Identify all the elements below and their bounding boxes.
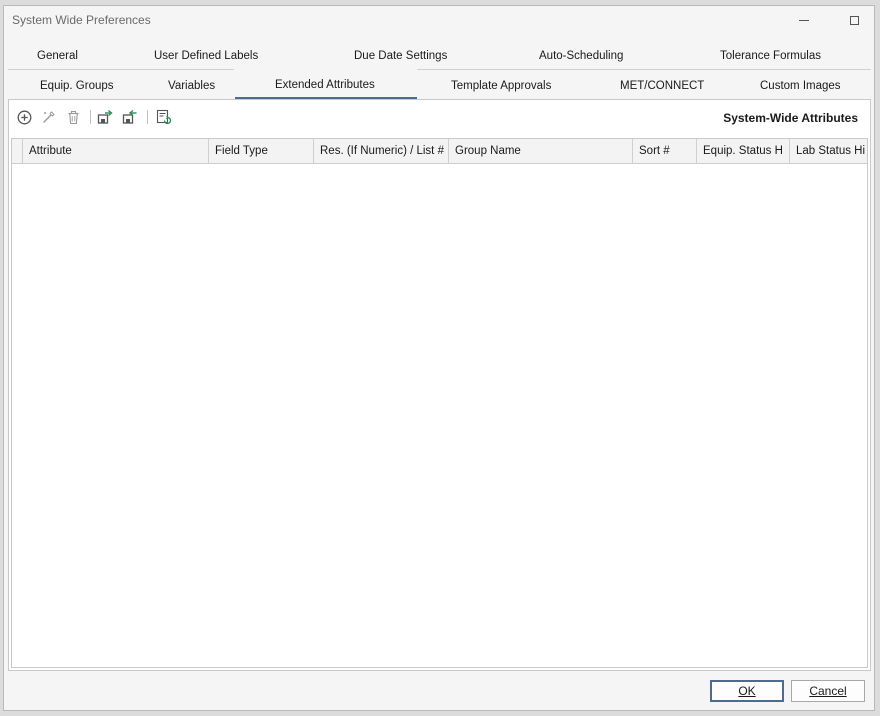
tab-due-date-settings[interactable]: Due Date Settings xyxy=(354,50,447,62)
row-indicator-header xyxy=(12,139,23,163)
minimize-icon xyxy=(799,19,809,21)
delete-icon xyxy=(68,110,78,124)
edit-button[interactable] xyxy=(40,109,56,125)
cancel-button[interactable]: Cancel xyxy=(791,680,865,702)
column-header-field-type[interactable]: Field Type xyxy=(209,139,314,163)
delete-button[interactable] xyxy=(65,109,81,125)
minimize-button[interactable] xyxy=(792,10,816,30)
ok-button[interactable]: OK xyxy=(710,680,784,702)
tab-equip-groups[interactable]: Equip. Groups xyxy=(40,80,114,92)
column-header-group-name[interactable]: Group Name xyxy=(449,139,633,163)
extended-attributes-panel: System-Wide Attributes Attribute Field T… xyxy=(8,99,871,671)
toolbar-separator xyxy=(90,110,91,124)
maximize-button[interactable] xyxy=(842,10,866,30)
tab-template-approvals[interactable]: Template Approvals xyxy=(451,80,551,92)
tab-tolerance-formulas[interactable]: Tolerance Formulas xyxy=(720,50,821,62)
maximize-icon xyxy=(849,15,859,25)
refresh-list-icon xyxy=(156,109,172,125)
tab-row-divider xyxy=(417,69,871,70)
tab-custom-images[interactable]: Custom Images xyxy=(760,80,841,92)
toolbar: System-Wide Attributes xyxy=(9,100,870,132)
preferences-dialog: System Wide Preferences General User Def… xyxy=(3,5,875,711)
toolbar-separator xyxy=(147,110,148,124)
grid-header: Attribute Field Type Res. (If Numeric) /… xyxy=(12,139,867,164)
import-icon xyxy=(122,109,137,124)
window-title: System Wide Preferences xyxy=(12,13,151,27)
import-button[interactable] xyxy=(122,109,138,125)
add-icon xyxy=(17,110,31,124)
tab-extended-attributes[interactable]: Extended Attributes xyxy=(275,79,375,91)
export-button[interactable] xyxy=(97,109,113,125)
export-icon xyxy=(97,109,113,124)
column-header-equip-status[interactable]: Equip. Status H xyxy=(697,139,790,163)
section-title: System-Wide Attributes xyxy=(723,111,858,125)
tab-user-defined-labels[interactable]: User Defined Labels xyxy=(154,50,258,62)
column-header-res-list[interactable]: Res. (If Numeric) / List # xyxy=(314,139,449,163)
column-header-attribute[interactable]: Attribute xyxy=(23,139,209,163)
edit-icon xyxy=(42,110,55,123)
ok-button-label: OK xyxy=(738,684,756,698)
title-bar: System Wide Preferences xyxy=(4,6,874,34)
attributes-grid[interactable]: Attribute Field Type Res. (If Numeric) /… xyxy=(11,138,868,668)
cancel-button-label: Cancel xyxy=(809,684,847,698)
refresh-list-button[interactable] xyxy=(156,109,172,125)
tab-row-divider xyxy=(8,69,234,70)
column-header-sort[interactable]: Sort # xyxy=(633,139,697,163)
tab-auto-scheduling[interactable]: Auto-Scheduling xyxy=(539,50,623,62)
column-header-lab-status[interactable]: Lab Status Hi xyxy=(790,139,867,163)
tab-variables[interactable]: Variables xyxy=(168,80,215,92)
tab-general[interactable]: General xyxy=(37,50,78,62)
add-button[interactable] xyxy=(16,109,32,125)
tab-met-connect[interactable]: MET/CONNECT xyxy=(620,80,704,92)
